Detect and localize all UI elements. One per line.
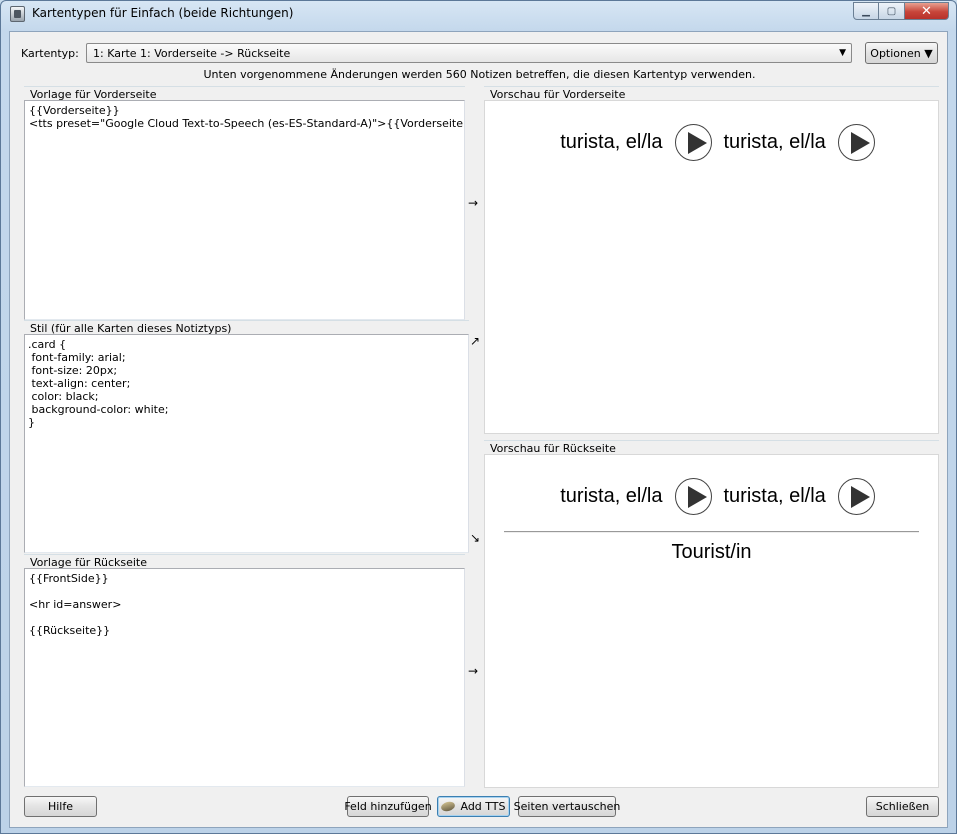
cardtype-select[interactable]: 1: Karte 1: Vorderseite -> Rückseite ▼: [86, 43, 852, 63]
style-title: Stil (für alle Karten dieses Notiztyps): [24, 320, 469, 335]
back-preview-tts-word: turista, el/la: [723, 485, 826, 507]
answer-divider: [504, 531, 919, 533]
cardtype-label: Kartentyp:: [21, 47, 79, 60]
close-window-button[interactable]: ✕: [905, 2, 949, 20]
play-icon[interactable]: [674, 478, 712, 515]
play-icon[interactable]: [837, 478, 875, 515]
back-preview: turista, el/la turista, el/la Tourist/in: [484, 454, 939, 788]
options-button[interactable]: Optionen ▼: [865, 42, 938, 64]
front-preview-title: Vorschau für Vorderseite: [484, 86, 939, 101]
minimize-button[interactable]: ▁: [853, 2, 879, 20]
card-types-window: Kartentypen für Einfach (beide Richtunge…: [0, 0, 957, 834]
front-template-editor[interactable]: {{Vorderseite}} <tts preset="Google Clou…: [24, 100, 465, 320]
front-arrow-icon: →: [468, 196, 479, 210]
front-template-title: Vorlage für Vorderseite: [24, 86, 465, 101]
speech-icon: [440, 800, 457, 813]
play-icon[interactable]: [674, 124, 712, 161]
add-field-button[interactable]: Feld hinzufügen: [344, 796, 432, 817]
back-preview-word: turista, el/la: [560, 485, 663, 507]
maximize-icon: ▢: [886, 5, 897, 17]
back-preview-title: Vorschau für Rückseite: [484, 440, 939, 455]
dialog-body: Kartentyp: 1: Karte 1: Vorderseite -> Rü…: [9, 31, 948, 828]
close-icon: ✕: [921, 3, 932, 19]
add-tts-label: Add TTS: [460, 800, 506, 813]
swap-sides-button[interactable]: Seiten vertauschen: [514, 796, 620, 817]
add-tts-button[interactable]: Add TTS: [437, 796, 510, 817]
window-title: Kartentypen für Einfach (beide Richtunge…: [32, 6, 294, 20]
back-template-title: Vorlage für Rückseite: [24, 554, 465, 569]
front-preview: turista, el/la turista, el/la: [484, 100, 939, 434]
back-preview-answer: Tourist/in: [671, 541, 752, 563]
chevron-down-icon: ▼: [839, 48, 846, 58]
title-bar[interactable]: Kartentypen für Einfach (beide Richtunge…: [1, 1, 956, 27]
front-preview-tts-word: turista, el/la: [723, 131, 826, 153]
style-down-arrow-icon: ↘: [470, 531, 481, 545]
cardtype-value: 1: Karte 1: Vorderseite -> Rückseite: [93, 47, 291, 60]
affected-notes-notice: Unten vorgenommene Änderungen werden 560…: [203, 68, 756, 81]
minimize-icon: ▁: [862, 5, 870, 17]
back-arrow-icon: →: [468, 664, 479, 678]
style-up-arrow-icon: ↗: [470, 334, 481, 348]
help-button[interactable]: Hilfe: [24, 796, 97, 817]
back-preview-tts-line: turista, el/la turista, el/la: [485, 478, 938, 515]
window-controls: ▁ ▢ ✕: [853, 2, 949, 20]
close-button[interactable]: Schließen: [866, 796, 939, 817]
front-preview-word: turista, el/la: [560, 131, 663, 153]
anki-icon: [10, 6, 25, 22]
play-icon[interactable]: [837, 124, 875, 161]
maximize-button[interactable]: ▢: [879, 2, 905, 20]
front-preview-tts-line: turista, el/la turista, el/la: [485, 124, 938, 161]
style-editor[interactable]: .card { font-family: arial; font-size: 2…: [24, 334, 469, 553]
back-template-editor[interactable]: {{FrontSide}} <hr id=answer> {{Rückseite…: [24, 568, 465, 787]
